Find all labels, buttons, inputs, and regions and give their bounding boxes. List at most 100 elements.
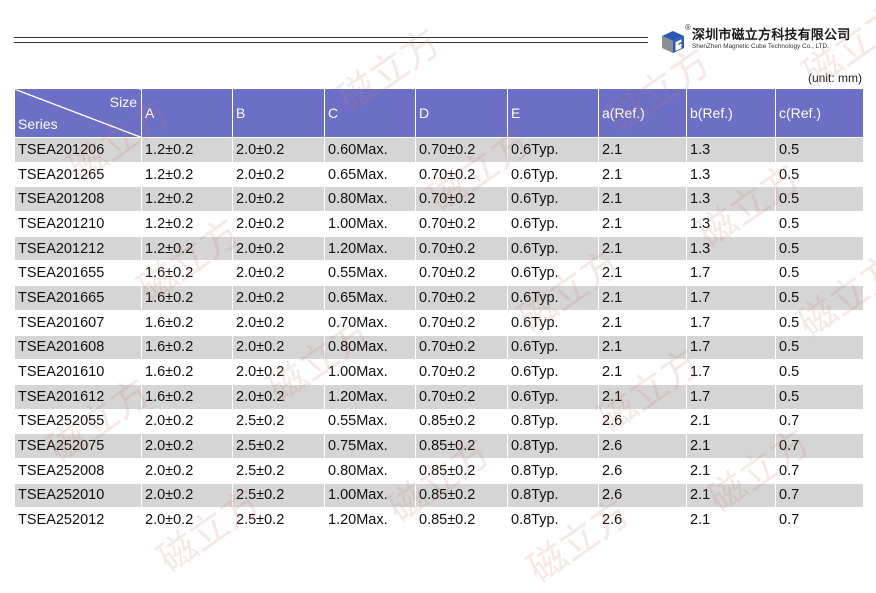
- series-cell: TSEA201206: [14, 137, 142, 163]
- column-header-c-ref: c(Ref.): [775, 88, 864, 138]
- value-cell: 0.5: [775, 383, 864, 410]
- series-cell: TSEA252010: [14, 482, 142, 509]
- series-cell: TSEA201210: [14, 211, 142, 237]
- value-cell: 2.0±0.2: [232, 309, 325, 336]
- column-header-b-ref: b(Ref.): [686, 88, 776, 138]
- series-cell: TSEA201608: [14, 334, 142, 361]
- value-cell: 2.1: [598, 260, 687, 287]
- value-cell: 0.5: [775, 309, 864, 336]
- value-cell: 0.6Typ.: [507, 211, 599, 237]
- value-cell: 1.6±0.2: [141, 359, 233, 385]
- value-cell: 2.1: [686, 408, 776, 435]
- value-cell: 0.70±0.2: [415, 161, 508, 188]
- column-header-a: A: [141, 88, 233, 138]
- value-cell: 0.5: [775, 359, 864, 385]
- table-row: TSEA201208 1.2±0.2 2.0±0.2 0.80Max. 0.70±0.2…: [14, 186, 864, 213]
- column-header-b: B: [232, 88, 325, 138]
- value-cell: 2.1: [598, 285, 687, 311]
- value-cell: 2.1: [598, 137, 687, 163]
- value-cell: 0.6Typ.: [507, 161, 599, 188]
- value-cell: 0.5: [775, 235, 864, 262]
- value-cell: 0.5: [775, 334, 864, 361]
- value-cell: 0.70±0.2: [415, 186, 508, 213]
- corner-header-cell: Size Series: [14, 88, 142, 138]
- value-cell: 0.70±0.2: [415, 359, 508, 385]
- unit-note: (unit: mm): [808, 71, 862, 85]
- value-cell: 2.6: [598, 408, 687, 435]
- value-cell: 0.85±0.2: [415, 408, 508, 435]
- value-cell: 0.6Typ.: [507, 260, 599, 287]
- value-cell: 1.00Max.: [324, 359, 416, 385]
- table-body: TSEA201206 1.2±0.2 2.0±0.2 0.60Max. 0.70±0.2…: [14, 137, 864, 533]
- value-cell: 0.6Typ.: [507, 334, 599, 361]
- value-cell: 1.3: [686, 161, 776, 188]
- value-cell: 0.6Typ.: [507, 359, 599, 385]
- value-cell: 1.6±0.2: [141, 383, 233, 410]
- value-cell: 2.1: [598, 211, 687, 237]
- value-cell: 2.0±0.2: [141, 482, 233, 509]
- value-cell: 2.0±0.2: [232, 186, 325, 213]
- value-cell: 2.1: [598, 383, 687, 410]
- value-cell: 2.5±0.2: [232, 457, 325, 484]
- value-cell: 0.85±0.2: [415, 433, 508, 459]
- table-row: TSEA201607 1.6±0.2 2.0±0.2 0.70Max. 0.70±0.2…: [14, 309, 864, 336]
- value-cell: 2.1: [598, 309, 687, 336]
- value-cell: 0.85±0.2: [415, 482, 508, 509]
- value-cell: 2.0±0.2: [141, 408, 233, 435]
- value-cell: 1.6±0.2: [141, 334, 233, 361]
- value-cell: 0.6Typ.: [507, 383, 599, 410]
- value-cell: 1.3: [686, 186, 776, 213]
- value-cell: 0.8Typ.: [507, 408, 599, 435]
- value-cell: 0.7: [775, 507, 864, 533]
- series-cell: TSEA201212: [14, 235, 142, 262]
- value-cell: 0.7: [775, 482, 864, 509]
- table-row: TSEA252010 2.0±0.2 2.5±0.2 1.00Max. 0.85±0.2…: [14, 482, 864, 509]
- value-cell: 0.60Max.: [324, 137, 416, 163]
- value-cell: 0.65Max.: [324, 285, 416, 311]
- value-cell: 2.5±0.2: [232, 408, 325, 435]
- value-cell: 1.7: [686, 359, 776, 385]
- value-cell: 1.7: [686, 383, 776, 410]
- header-rule: [14, 37, 648, 43]
- value-cell: 2.6: [598, 507, 687, 533]
- value-cell: 0.70±0.2: [415, 383, 508, 410]
- value-cell: 2.0±0.2: [141, 507, 233, 533]
- value-cell: 0.6Typ.: [507, 309, 599, 336]
- value-cell: 0.70±0.2: [415, 235, 508, 262]
- size-label: Size: [109, 94, 137, 110]
- value-cell: 2.1: [686, 482, 776, 509]
- company-name-cn: 深圳市磁立方科技有限公司: [692, 27, 851, 42]
- column-header-a-ref: a(Ref.): [598, 88, 687, 138]
- company-brand: ® 深圳市磁立方科技有限公司 ShenZhen Magnetic Cube Te…: [685, 23, 851, 51]
- value-cell: 0.7: [775, 433, 864, 459]
- value-cell: 0.5: [775, 285, 864, 311]
- header-rule-top: [14, 37, 648, 38]
- value-cell: 1.2±0.2: [141, 137, 233, 163]
- table-row: TSEA201655 1.6±0.2 2.0±0.2 0.55Max. 0.70±0.2…: [14, 260, 864, 287]
- value-cell: 0.7: [775, 408, 864, 435]
- table-row: TSEA201610 1.6±0.2 2.0±0.2 1.00Max. 0.70±0.2…: [14, 359, 864, 385]
- value-cell: 0.70±0.2: [415, 309, 508, 336]
- value-cell: 2.6: [598, 457, 687, 484]
- table-row: TSEA201206 1.2±0.2 2.0±0.2 0.60Max. 0.70±0.2…: [14, 137, 864, 163]
- table-row: TSEA201210 1.2±0.2 2.0±0.2 1.00Max. 0.70±0.2…: [14, 211, 864, 237]
- value-cell: 0.5: [775, 161, 864, 188]
- series-cell: TSEA252075: [14, 433, 142, 459]
- value-cell: 2.0±0.2: [232, 334, 325, 361]
- value-cell: 1.2±0.2: [141, 235, 233, 262]
- value-cell: 1.20Max.: [324, 235, 416, 262]
- value-cell: 1.20Max.: [324, 507, 416, 533]
- company-logo-icon: [662, 31, 684, 53]
- value-cell: 2.0±0.2: [232, 137, 325, 163]
- series-cell: TSEA252055: [14, 408, 142, 435]
- value-cell: 0.5: [775, 186, 864, 213]
- value-cell: 0.70±0.2: [415, 285, 508, 311]
- company-name-en: ShenZhen Magnetic Cube Technology Co., L…: [692, 43, 829, 50]
- value-cell: 0.70±0.2: [415, 260, 508, 287]
- series-cell: TSEA252012: [14, 507, 142, 533]
- value-cell: 1.6±0.2: [141, 260, 233, 287]
- value-cell: 1.3: [686, 137, 776, 163]
- value-cell: 0.5: [775, 211, 864, 237]
- value-cell: 1.7: [686, 260, 776, 287]
- value-cell: 0.6Typ.: [507, 235, 599, 262]
